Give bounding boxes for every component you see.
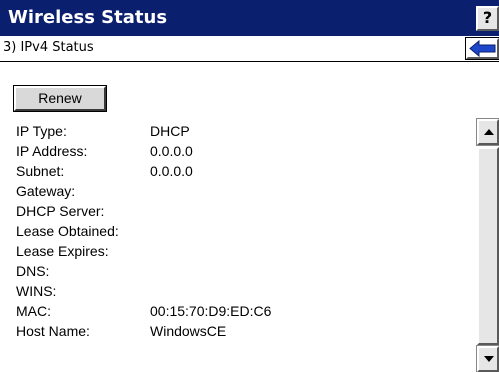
breadcrumb-text: 3) IPv4 Status: [3, 40, 94, 55]
info-label: IP Type:: [16, 123, 67, 139]
back-button[interactable]: [465, 37, 499, 60]
info-row: IP Address: 0.0.0.0: [16, 141, 471, 161]
info-value: WindowsCE: [150, 323, 227, 339]
info-row: Lease Obtained:: [16, 221, 471, 241]
info-label: DNS:: [16, 263, 50, 279]
info-value: 00:15:70:D9:ED:C6: [150, 303, 272, 319]
info-row: DHCP Server:: [16, 201, 471, 221]
renew-button[interactable]: Renew: [13, 85, 107, 112]
scroll-thumb[interactable]: [477, 147, 499, 345]
info-value: 0.0.0.0: [150, 143, 193, 159]
ipv4-status-list: IP Type: DHCP IP Address: 0.0.0.0 Subnet: 0.0…: [16, 121, 471, 341]
breadcrumb: 3) IPv4 Status: [0, 36, 499, 60]
scroll-down-button[interactable]: [476, 345, 499, 372]
info-label: Host Name:: [16, 323, 90, 339]
info-label: Gateway:: [16, 183, 76, 199]
info-row: MAC: 00:15:70:D9:ED:C6: [16, 301, 471, 321]
info-label: DHCP Server:: [16, 203, 105, 219]
window-title: Wireless Status: [8, 7, 168, 28]
info-value: DHCP: [150, 123, 190, 139]
left-arrow-icon: [469, 40, 496, 57]
header-divider: [0, 61, 499, 62]
triangle-up-icon: [484, 129, 494, 135]
info-label: WINS:: [16, 283, 57, 299]
info-label: MAC:: [16, 303, 51, 319]
info-row: Host Name: WindowsCE: [16, 321, 471, 341]
info-label: Subnet:: [16, 163, 65, 179]
help-button[interactable]: ?: [476, 6, 499, 31]
info-row: Subnet: 0.0.0.0: [16, 161, 471, 181]
scroll-up-button[interactable]: [476, 118, 499, 146]
info-value: 0.0.0.0: [150, 163, 193, 179]
info-label: Lease Expires:: [16, 243, 109, 259]
title-bar: Wireless Status ?: [0, 0, 499, 36]
info-row: WINS:: [16, 281, 471, 301]
info-row: IP Type: DHCP: [16, 121, 471, 141]
info-label: IP Address:: [16, 143, 88, 159]
vertical-scrollbar[interactable]: [476, 118, 499, 372]
info-row: Lease Expires:: [16, 241, 471, 261]
info-row: DNS:: [16, 261, 471, 281]
triangle-down-icon: [484, 356, 494, 362]
help-label: ?: [482, 8, 493, 27]
info-row: Gateway:: [16, 181, 471, 201]
info-label: Lease Obtained:: [16, 223, 119, 239]
